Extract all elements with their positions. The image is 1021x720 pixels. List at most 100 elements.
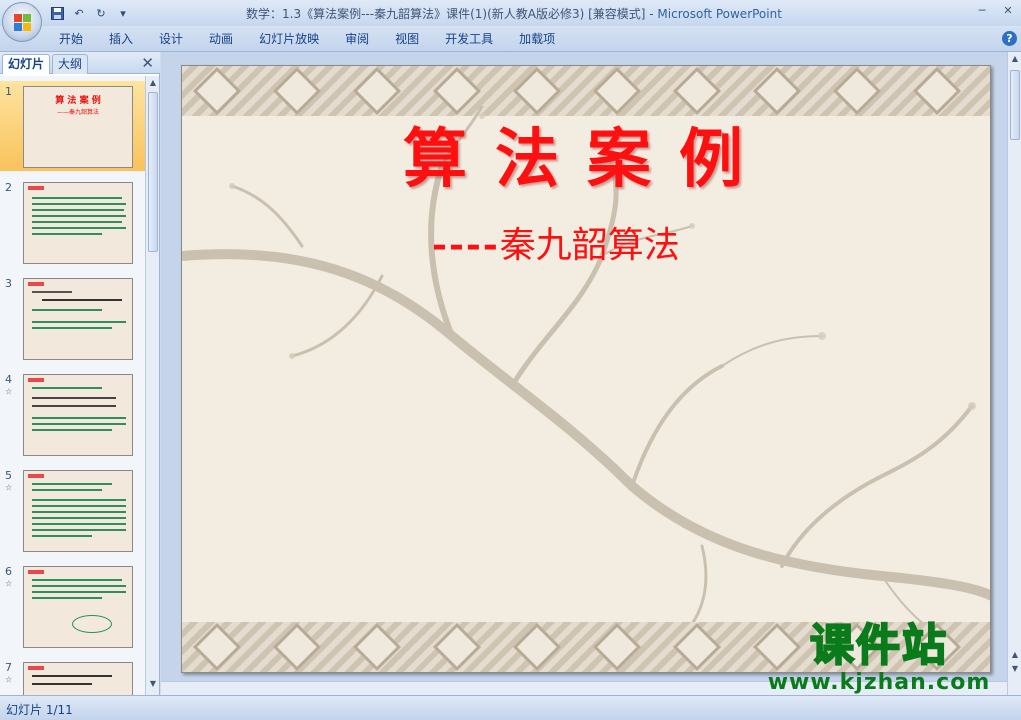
thumbnail-row-3[interactable]: 3	[0, 273, 145, 363]
thumbnail-text-line	[32, 517, 126, 519]
thumbnail-text-line	[32, 591, 126, 593]
slide-thumbnail[interactable]	[23, 374, 133, 456]
thumbnail-text-line	[42, 299, 122, 301]
tab-outline[interactable]: 大纲	[52, 54, 89, 74]
thumbnail-number: 6	[5, 565, 12, 578]
animation-star-icon: ☆	[5, 387, 13, 396]
thumbnail-text-line	[32, 215, 126, 217]
scroll-down-icon[interactable]: ▼	[147, 679, 159, 693]
site-watermark-logo: 课件站 www.kjzhan.com	[759, 619, 999, 695]
tab-review[interactable]: 审阅	[332, 30, 382, 48]
slide-editing-area: 算法案例 ----秦九韶算法	[161, 52, 1007, 695]
status-bar: 幻灯片 1/11	[0, 695, 1021, 720]
thumbnail-text-line	[32, 505, 126, 507]
close-button[interactable]: ✕	[995, 0, 1021, 20]
quick-access-toolbar: ↶ ↻ ▾	[48, 4, 132, 22]
thumbnail-text-line	[32, 683, 92, 685]
slide-scrollbar[interactable]: ▲ ▲ ▼	[1007, 52, 1021, 695]
thumbnail-tag	[28, 570, 44, 574]
thumbnail-text-line	[32, 499, 126, 501]
thumbnail-row-6[interactable]: 6 ☆	[0, 561, 145, 651]
thumbnail-title: 算 法 案 例	[55, 96, 101, 106]
watermark-url: www.kjzhan.com	[767, 670, 991, 695]
tab-home[interactable]: 开始	[46, 30, 96, 48]
tab-design[interactable]: 设计	[146, 30, 196, 48]
border-motif	[672, 622, 722, 672]
slide-thumbnail[interactable]	[23, 278, 133, 360]
thumbnail-text-line	[32, 203, 126, 205]
watermark-cn: 课件站	[809, 619, 948, 672]
slide-thumbnail[interactable]	[23, 182, 133, 264]
slide-thumbnail[interactable]: 算 法 案 例 ——秦九韶算法	[23, 86, 133, 168]
pane-tabs: 幻灯片 大纲 ✕	[0, 52, 160, 74]
thumbnail-text-line	[32, 417, 126, 419]
tab-slides[interactable]: 幻灯片	[2, 54, 51, 74]
scrollbar-thumb[interactable]	[1010, 70, 1020, 140]
window-title: 数学：1.3《算法案例---秦九韶算法》课件(1)(新人教A版必修3) [兼容模…	[246, 5, 782, 22]
thumbnail-tag	[28, 186, 44, 190]
window-controls: ─ ✕	[969, 0, 1021, 22]
thumbnail-tag	[28, 378, 44, 382]
thumbnail-row-2[interactable]: 2	[0, 177, 145, 267]
thumbnail-row-5[interactable]: 5 ☆	[0, 465, 145, 555]
ribbon: 开始 插入 设计 动画 幻灯片放映 审阅 视图 开发工具 加载项 ?	[0, 26, 1021, 52]
tab-developer[interactable]: 开发工具	[432, 30, 506, 48]
tab-animations[interactable]: 动画	[196, 30, 246, 48]
thumbnail-text-line	[32, 291, 72, 293]
animation-star-icon: ☆	[5, 483, 13, 492]
tab-insert[interactable]: 插入	[96, 30, 146, 48]
previous-slide-icon[interactable]: ▲	[1009, 650, 1021, 662]
save-icon[interactable]	[48, 5, 66, 21]
slide-title[interactable]: 算法案例	[182, 108, 990, 200]
thumbnail-text-line	[32, 429, 112, 431]
thumbnail-text-line	[32, 529, 126, 531]
border-motif	[192, 622, 242, 672]
slide-thumbnail[interactable]	[23, 662, 133, 695]
scrollbar-thumb[interactable]	[148, 92, 158, 252]
thumbnail-subtitle: ——秦九韶算法	[56, 109, 99, 116]
thumbnail-text-line	[32, 523, 126, 525]
slide-thumbnail[interactable]	[23, 470, 133, 552]
document-title: 数学：1.3《算法案例---秦九韶算法》课件(1)(新人教A版必修3) [兼容模…	[246, 7, 658, 21]
help-icon[interactable]: ?	[1002, 31, 1017, 46]
next-slide-icon[interactable]: ▼	[1009, 664, 1021, 676]
animation-star-icon: ☆	[5, 675, 13, 684]
thumbnail-text-line	[32, 397, 116, 399]
subtitle-dash: ----	[432, 224, 500, 266]
subtitle-text: 秦九韶算法	[499, 225, 680, 266]
undo-icon[interactable]: ↶	[70, 5, 88, 21]
thumbnail-row-7[interactable]: 7 ☆	[0, 657, 145, 695]
minimize-button[interactable]: ─	[969, 0, 995, 20]
slides-pane: 幻灯片 大纲 ✕ 1 算 法 案 例 ——秦九韶算法 2 3 4 ☆ 5 ☆ 6…	[0, 52, 160, 695]
thumbnail-callout	[72, 615, 112, 633]
tab-addins[interactable]: 加载项	[506, 30, 568, 48]
customize-qat-icon[interactable]: ▾	[114, 5, 132, 21]
thumbnail-row-4[interactable]: 4 ☆	[0, 369, 145, 459]
thumbnail-number: 4	[5, 373, 12, 386]
thumbnail-scrollbar[interactable]: ▲ ▼	[145, 76, 159, 695]
pane-close-icon[interactable]: ✕	[141, 54, 154, 72]
slide-thumbnail[interactable]	[23, 566, 133, 648]
thumbnail-text-line	[32, 387, 102, 389]
thumbnail-number: 3	[5, 277, 12, 290]
thumbnail-text-line	[32, 535, 92, 537]
office-button[interactable]	[2, 2, 42, 42]
scroll-up-icon[interactable]: ▲	[147, 78, 159, 92]
thumbnail-tag	[28, 282, 44, 286]
thumbnail-text-line	[32, 585, 126, 587]
tab-view[interactable]: 视图	[382, 30, 432, 48]
thumbnail-text-line	[32, 483, 112, 485]
slide-subtitle[interactable]: ----秦九韶算法	[432, 216, 680, 268]
slide-counter: 幻灯片 1/11	[6, 703, 73, 717]
scroll-up-icon[interactable]: ▲	[1009, 54, 1021, 68]
thumbnail-text-line	[32, 675, 112, 677]
tab-slideshow[interactable]: 幻灯片放映	[246, 30, 332, 48]
thumbnail-row-1[interactable]: 1 算 法 案 例 ——秦九韶算法	[0, 81, 145, 171]
thumbnail-number: 2	[5, 181, 12, 194]
border-motif	[512, 622, 562, 672]
ribbon-tabs: 开始 插入 设计 动画 幻灯片放映 审阅 视图 开发工具 加载项	[46, 30, 568, 48]
thumbnail-tag	[28, 666, 44, 670]
slide-canvas[interactable]: 算法案例 ----秦九韶算法	[181, 65, 991, 673]
border-motif	[272, 622, 322, 672]
redo-icon[interactable]: ↻	[92, 5, 110, 21]
